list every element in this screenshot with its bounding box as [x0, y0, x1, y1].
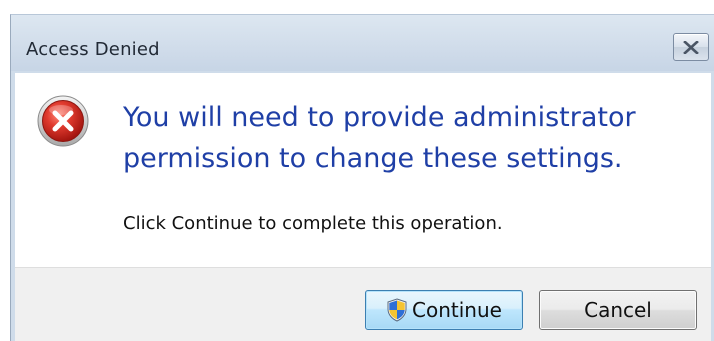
continue-label: Continue: [412, 298, 502, 322]
uac-shield-icon: [386, 298, 408, 322]
close-icon: [683, 40, 699, 54]
content-text: Click Continue to complete this operatio…: [123, 213, 503, 234]
window-title: Access Denied: [26, 39, 160, 60]
dialog-content: You will need to provide administrator p…: [15, 73, 711, 267]
button-bar: Continue Cancel: [15, 267, 711, 341]
continue-button[interactable]: Continue: [365, 290, 523, 330]
title-bar[interactable]: Access Denied: [11, 15, 714, 71]
close-button[interactable]: [673, 33, 709, 61]
access-denied-dialog: Access Denied You will need to provide a…: [10, 14, 714, 341]
error-icon: [37, 95, 89, 147]
main-instruction: You will need to provide administrator p…: [123, 102, 636, 174]
cancel-button[interactable]: Cancel: [539, 290, 697, 330]
cancel-label: Cancel: [584, 298, 652, 322]
